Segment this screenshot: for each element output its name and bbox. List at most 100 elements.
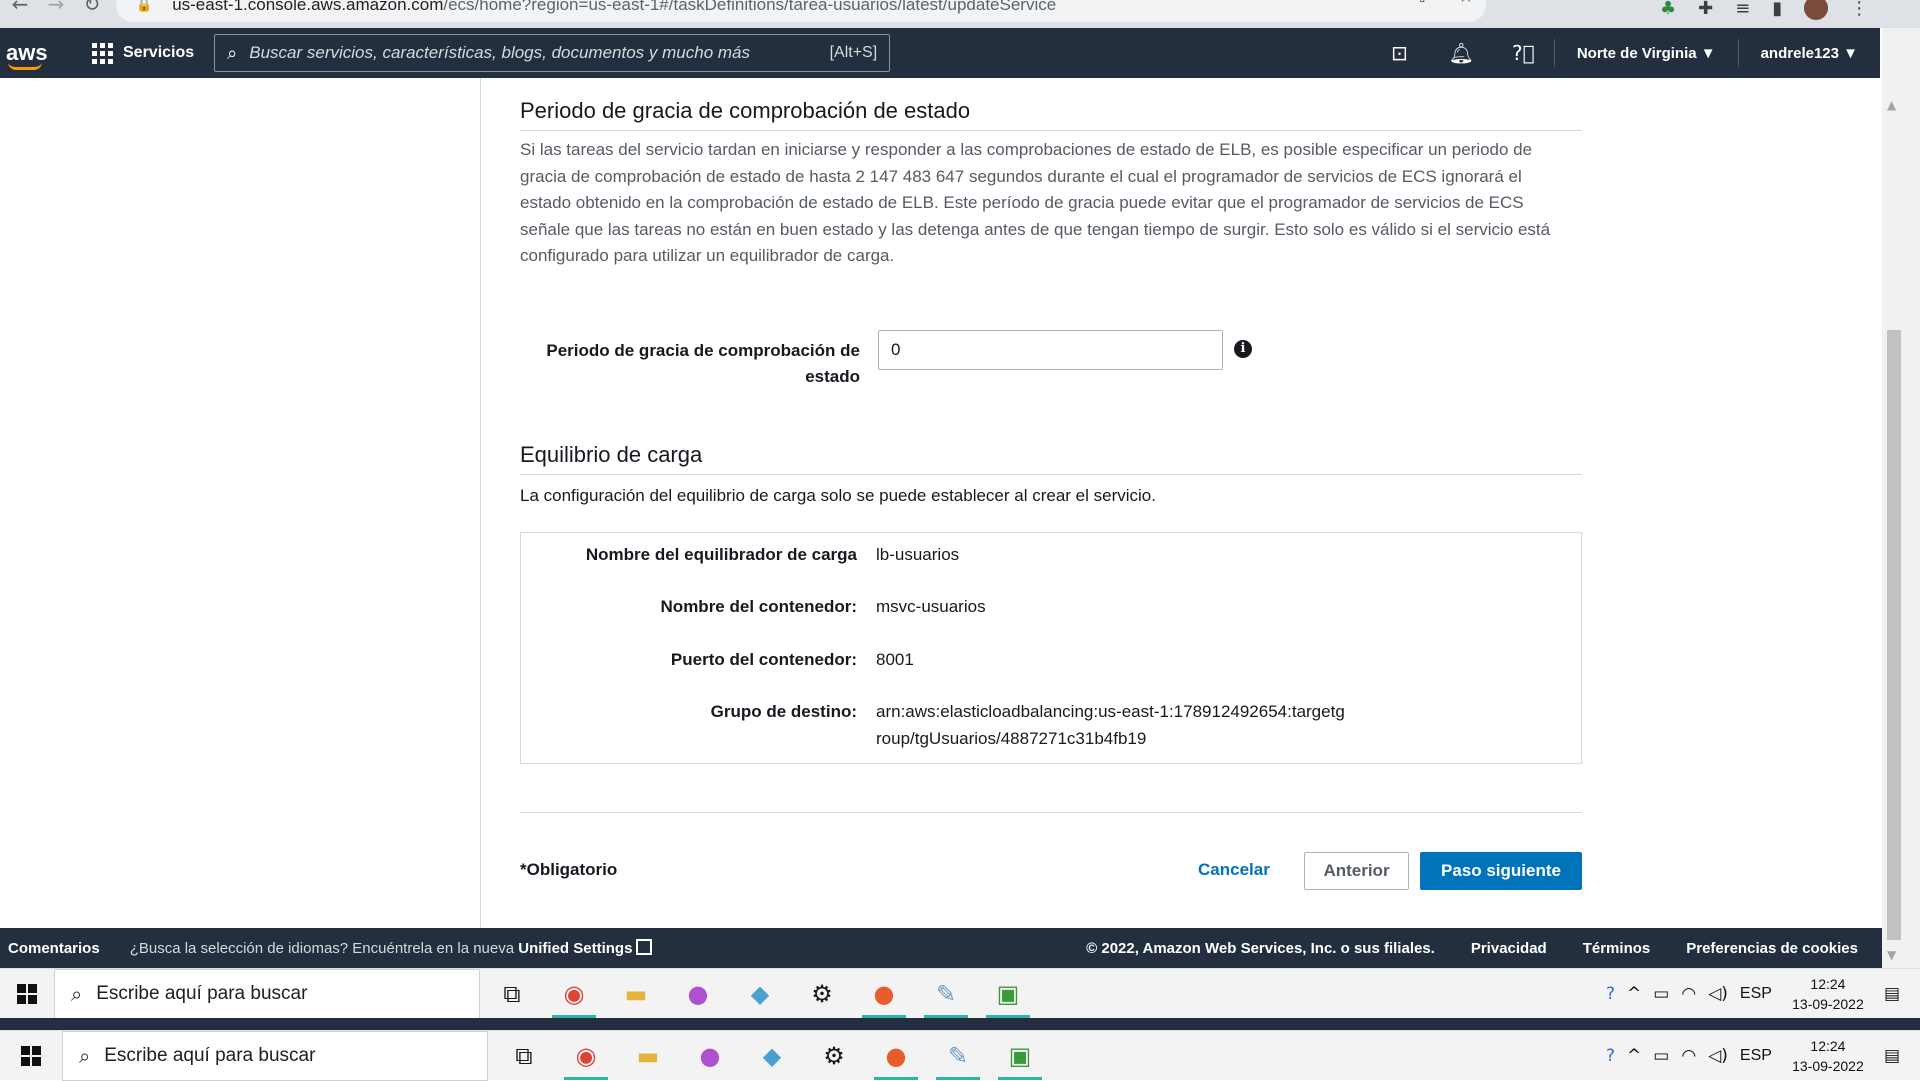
image-viewer-icon[interactable]: ▣ [998,1032,1042,1080]
app-orange-icon[interactable]: ● [862,970,906,1018]
start-button[interactable] [0,1045,62,1066]
aws-top-nav: aws Servicios ⌕ [Alt+S] ⊡ 🔔︎ ?⃝ Norte de… [0,28,1880,78]
cloudshell-icon[interactable]: ⊡ [1368,41,1430,65]
paint-icon[interactable]: ✎ [924,970,968,1018]
region-selector[interactable]: Norte de Virginia ▼ [1555,45,1738,62]
search-icon: ⌕ [79,1043,91,1068]
previous-button[interactable]: Anterior [1304,852,1409,890]
cookie-preferences-link[interactable]: Preferencias de cookies [1686,940,1858,957]
next-step-button[interactable]: Paso siguiente [1420,852,1582,890]
chrome-icon[interactable]: ◉ [552,970,596,1018]
volume-icon[interactable]: ◁) [1708,1046,1728,1066]
grace-period-input[interactable] [878,330,1223,370]
volume-icon[interactable]: ◁) [1708,984,1728,1004]
taskbar-search[interactable]: ⌕ Escribe aquí para buscar [62,1030,488,1081]
search-shortcut: [Alt+S] [829,44,878,61]
unified-settings-link[interactable]: Unified Settings [518,940,632,957]
clock-time: 12:24 [1810,975,1846,992]
services-menu-button[interactable]: Servicios [92,42,194,64]
start-button[interactable] [0,983,54,1004]
detail-key: Puerto del contenedor: [670,650,857,669]
clock[interactable]: 12:24 13-09-2022 [1784,974,1872,1014]
privacy-link[interactable]: Privacidad [1471,940,1547,957]
battery-icon[interactable]: ▭ [1653,984,1669,1004]
puzzle-icon[interactable]: ✚ [1698,0,1713,19]
scroll-thumb[interactable] [1887,330,1901,940]
image-viewer-icon[interactable]: ▣ [986,970,1030,1018]
chrome-icon[interactable]: ◉ [564,1032,608,1080]
paint3d-icon[interactable]: ● [688,1032,732,1080]
cancel-button[interactable]: Cancelar [1198,860,1270,880]
notifications-icon[interactable]: ▤ [1884,984,1900,1004]
scroll-up-icon[interactable]: ▲ [1887,98,1896,112]
language-prompt-text: ¿Busca la selección de idiomas? Encuéntr… [129,940,519,957]
share-icon[interactable]: ⇪ [1415,0,1430,7]
app-cube-icon[interactable]: ◆ [750,1032,794,1080]
scroll-down-icon[interactable]: ▼ [1887,948,1896,962]
search-icon: ⌕ [71,981,83,1006]
detail-value: 8001 [876,650,914,669]
terms-link[interactable]: Términos [1583,940,1651,957]
url-path: /ecs/home?region=us-east-1#/taskDefiniti… [443,0,1057,14]
detail-key: Grupo de destino: [710,702,857,721]
app-orange-icon[interactable]: ● [874,1032,918,1080]
paint3d-icon[interactable]: ● [676,970,720,1018]
clock-time: 12:24 [1810,1037,1846,1054]
battery-icon[interactable]: ▭ [1653,1046,1669,1066]
wifi-icon[interactable]: ◠ [1681,1046,1696,1066]
input-language[interactable]: ESP [1740,1047,1772,1065]
file-explorer-icon[interactable]: ▬ [614,970,658,1018]
chevron-up-icon[interactable]: ^ [1627,984,1641,1004]
file-explorer-icon[interactable]: ▬ [626,1032,670,1080]
page-scrollbar[interactable]: ▲ ▼ [1882,28,1920,1028]
notifications-bell-icon[interactable]: 🔔︎ [1430,41,1492,65]
copyright-text: © 2022, Amazon Web Services, Inc. o sus … [1086,939,1435,957]
browser-menu-icon[interactable]: ⋮ [1850,0,1868,19]
task-view-icon[interactable]: ⧉ [502,1032,546,1080]
detail-value: msvc-usuarios [876,597,986,616]
input-language[interactable]: ESP [1740,985,1772,1003]
search-box[interactable]: ⌕ [Alt+S] [214,34,891,72]
help-tray-icon[interactable]: ? [1606,984,1615,1004]
account-menu[interactable]: andrele123 ▼ [1739,45,1880,62]
wifi-icon[interactable]: ◠ [1681,984,1696,1004]
side-panel-icon[interactable]: ▮ [1772,0,1782,19]
url-host: us-east-1.console.aws.amazon.com [172,0,444,14]
extension-leaf-icon[interactable]: ♣ [1660,0,1676,19]
app-cube-icon[interactable]: ◆ [738,970,782,1018]
paint-icon[interactable]: ✎ [936,1032,980,1080]
clock[interactable]: 12:24 13-09-2022 [1784,1036,1872,1076]
info-icon[interactable]: i [1234,340,1252,358]
search-input[interactable] [249,43,830,63]
detail-key: Nombre del contenedor: [660,597,857,616]
aws-footer: Comentarios ¿Busca la selección de idiom… [0,928,1882,968]
profile-avatar[interactable] [1804,0,1829,20]
grace-period-title: Periodo de gracia de comprobación de est… [520,98,1582,131]
address-bar[interactable]: 🔒 us-east-1.console.aws.amazon.com/ecs/h… [116,0,1486,22]
left-panel [0,78,481,928]
help-icon[interactable]: ?⃝ [1492,41,1554,65]
search-icon: ⌕ [227,42,238,64]
language-prompt: ¿Busca la selección de idiomas? Encuéntr… [130,939,653,957]
forward-icon[interactable]: → [36,0,76,14]
detail-value: arn:aws:elasticloadbalancing:us-east-1:1… [876,702,1345,748]
help-tray-icon[interactable]: ? [1606,1046,1615,1066]
task-view-icon[interactable]: ⧉ [490,970,534,1018]
divider [520,812,1582,813]
notifications-icon[interactable]: ▤ [1884,1046,1900,1066]
back-icon[interactable]: ← [0,0,40,14]
settings-gear-icon[interactable]: ⚙ [800,970,844,1018]
chevron-up-icon[interactable]: ^ [1627,1046,1641,1066]
taskbar-search[interactable]: ⌕ Escribe aquí para buscar [54,968,480,1019]
detail-key: Nombre del equilibrador de carga [585,545,857,564]
external-link-icon [636,939,653,955]
feedback-link[interactable]: Comentarios [8,940,100,957]
media-queue-icon[interactable]: ≡ [1735,0,1750,19]
browser-toolbar: ← → ↻ 🔒 us-east-1.console.aws.amazon.com… [0,0,1920,28]
load-balancing-title: Equilibrio de carga [520,442,1582,475]
aws-logo[interactable]: aws [6,40,76,70]
reload-icon[interactable]: ↻ [72,0,112,14]
star-icon[interactable]: ☆ [1458,0,1474,7]
settings-gear-icon[interactable]: ⚙ [812,1032,856,1080]
grace-period-label: Periodo de gracia de comprobación de est… [546,341,860,386]
